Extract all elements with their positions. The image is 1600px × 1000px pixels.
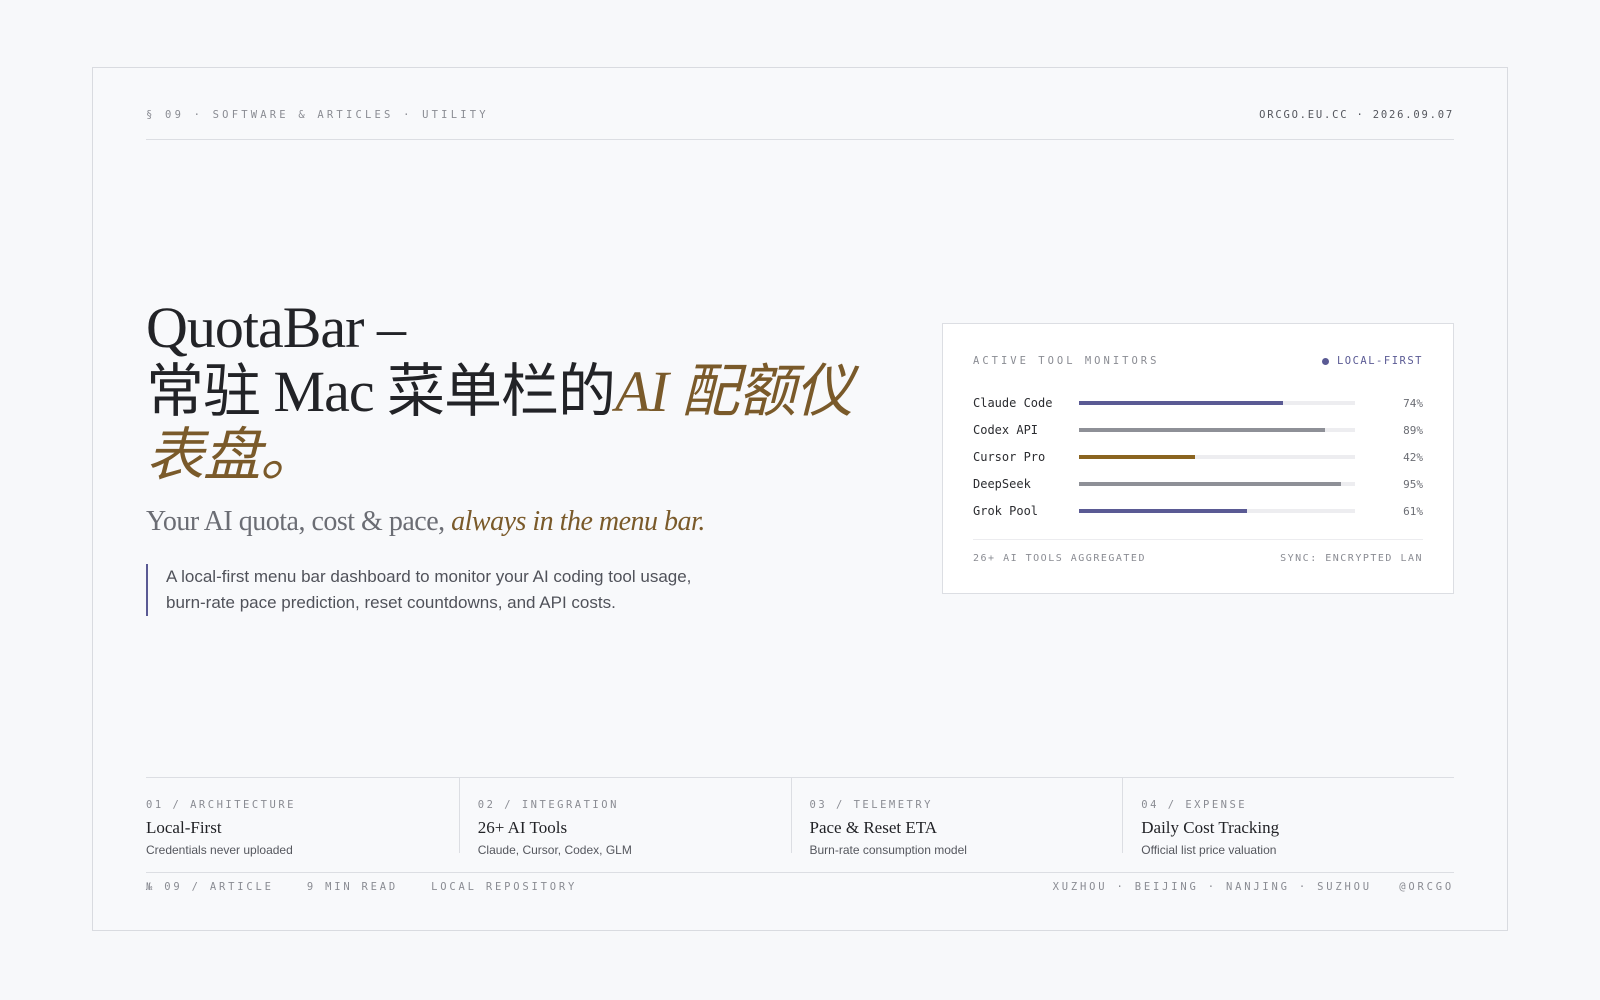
feature-title: Local-First	[146, 818, 222, 837]
panel-footer: 26+ AI TOOLS AGGREGATED SYNC: ENCRYPTED …	[973, 553, 1423, 564]
usage-fill	[1079, 482, 1342, 486]
usage-bar	[1079, 401, 1355, 405]
sync-status-label: SYNC: ENCRYPTED LAN	[1280, 553, 1423, 564]
article-meta: № 09 / ARTICLE 9 MIN READ LOCAL REPOSITO…	[146, 881, 577, 893]
monitor-name: Claude Code	[973, 396, 1053, 410]
top-bar: § 09 · SOFTWARE & ARTICLES · UTILITY ORC…	[146, 109, 1454, 121]
feature-kicker: 04 / EXPENSE	[1141, 799, 1248, 811]
page-title: QuotaBar – 常驻 Mac 菜单栏的AI 配额仪 表盘。	[146, 296, 906, 488]
feature-kicker: 02 / INTEGRATION	[477, 799, 619, 811]
monitor-name: DeepSeek	[973, 477, 1031, 491]
subtitle-accent: always in the menu bar.	[451, 506, 705, 537]
monitor-row: Claude Code 74%	[973, 395, 1423, 411]
feature-title: Daily Cost Tracking	[1141, 818, 1280, 837]
usage-percent: 61%	[1403, 504, 1423, 518]
feature-subtitle: Claude, Cursor, Codex, GLM	[477, 843, 632, 857]
usage-bar	[1079, 509, 1355, 513]
feature-subtitle: Credentials never uploaded	[146, 843, 293, 857]
locations-handle[interactable]: XUZHOU · BEIJING · NANJING · SUZHOU @ORC…	[1053, 881, 1454, 893]
usage-percent: 89%	[1403, 423, 1423, 437]
tools-aggregated-label: 26+ AI TOOLS AGGREGATED	[973, 553, 1146, 564]
hero: QuotaBar – 常驻 Mac 菜单栏的AI 配额仪 表盘。 Your AI…	[146, 296, 906, 616]
feature-kicker: 01 / ARCHITECTURE	[146, 799, 296, 811]
header-divider	[146, 139, 1454, 140]
local-first-badge: LOCAL-FIRST	[1321, 355, 1423, 367]
feature-title: 26+ AI Tools	[477, 818, 568, 837]
feature-strip: 01 / ARCHITECTURE Local-First Credential…	[146, 777, 1454, 857]
title-line-3-accent: 表盘。	[146, 423, 318, 488]
tool-monitors-panel: ACTIVE TOOL MONITORS LOCAL-FIRST Claude …	[942, 323, 1454, 594]
feature-subtitle: Burn-rate consumption model	[809, 843, 967, 857]
usage-bar	[1079, 455, 1355, 459]
usage-fill	[1079, 428, 1325, 432]
monitor-name: Grok Pool	[973, 504, 1039, 518]
feature-subtitle: Official list price valuation	[1141, 843, 1277, 857]
monitor-row: Grok Pool 61%	[973, 503, 1423, 519]
monitor-row: Cursor Pro 42%	[973, 449, 1423, 465]
feature-item: 04 / EXPENSE Daily Cost Tracking Officia…	[1122, 777, 1454, 857]
feature-title: Pace & Reset ETA	[809, 818, 938, 837]
monitor-name: Codex API	[973, 423, 1039, 437]
panel-divider	[973, 539, 1423, 540]
monitor-name: Cursor Pro	[973, 450, 1046, 464]
monitor-row: Codex API 89%	[973, 422, 1423, 438]
feature-kicker: 03 / TELEMETRY	[809, 799, 934, 811]
usage-fill	[1079, 509, 1248, 513]
monitor-row: DeepSeek 95%	[973, 476, 1423, 492]
usage-fill	[1079, 455, 1195, 459]
panel-header: ACTIVE TOOL MONITORS LOCAL-FIRST	[973, 355, 1423, 367]
repository-link[interactable]: LOCAL REPOSITORY	[431, 881, 577, 893]
site-date-label[interactable]: ORCGO.EU.CC · 2026.09.07	[1259, 109, 1454, 121]
read-time: 9 MIN READ	[306, 881, 399, 893]
section-label: § 09 · SOFTWARE & ARTICLES · UTILITY	[146, 109, 489, 121]
status-dot-icon	[1321, 357, 1329, 365]
feature-item: 02 / INTEGRATION 26+ AI Tools Claude, Cu…	[458, 777, 791, 857]
description: A local-first menu bar dashboard to moni…	[146, 564, 726, 616]
badge-label: LOCAL-FIRST	[1336, 355, 1423, 367]
subtitle: Your AI quota, cost & pace, always in th…	[146, 506, 906, 538]
usage-percent: 95%	[1403, 477, 1423, 491]
article-number: № 09 / ARTICLE	[146, 881, 274, 893]
panel-title: ACTIVE TOOL MONITORS	[973, 355, 1160, 367]
usage-percent: 42%	[1403, 450, 1423, 464]
subtitle-plain: Your AI quota, cost & pace,	[146, 506, 452, 537]
feature-item: 03 / TELEMETRY Pace & Reset ETA Burn-rat…	[790, 777, 1123, 857]
features-divider-bottom	[146, 872, 1454, 873]
usage-percent: 74%	[1403, 396, 1423, 410]
usage-bar	[1079, 482, 1355, 486]
title-line-2-accent: AI 配额仪	[615, 359, 853, 424]
usage-fill	[1079, 401, 1284, 405]
title-line-2: 常驻 Mac 菜单栏的	[146, 359, 616, 424]
title-line-1: QuotaBar –	[146, 295, 406, 360]
feature-item: 01 / ARCHITECTURE Local-First Credential…	[146, 777, 459, 857]
usage-bar	[1079, 428, 1355, 432]
bottom-bar: № 09 / ARTICLE 9 MIN READ LOCAL REPOSITO…	[146, 881, 1454, 893]
